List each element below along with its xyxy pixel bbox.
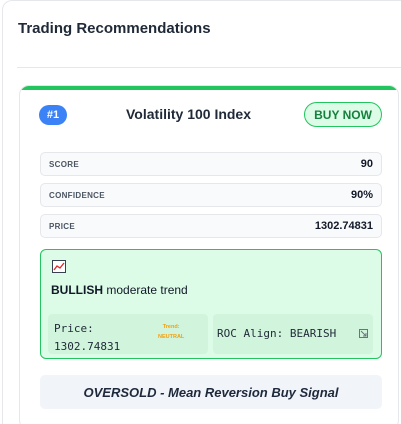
roc-subpanel: ROC Align: BEARISH: [213, 314, 373, 354]
chart-trend-icon: [52, 260, 66, 273]
mini-trend-value: NEUTRAL: [158, 334, 185, 340]
trend-box: BULLISH moderate trend Price: 1302.74831…: [40, 249, 382, 359]
metric-value: 90: [360, 158, 373, 170]
trend-strength: moderate trend: [106, 283, 188, 297]
divider: [17, 67, 401, 68]
rank-badge: #1: [39, 105, 67, 125]
metric-value: 90%: [350, 189, 373, 201]
recommendations-panel: Trading Recommendations #1 Volatility 10…: [2, 0, 401, 424]
symbol-name: Volatility 100 Index: [126, 106, 252, 122]
price-subpanel: Price: 1302.74831 Trend: NEUTRAL: [48, 314, 208, 354]
roc-signal-icon: [359, 329, 368, 338]
metric-label: SCORE: [49, 159, 79, 169]
mini-trend-label: Trend:: [162, 324, 180, 330]
signal-banner: OVERSOLD - Mean Reversion Buy Signal: [40, 375, 382, 409]
metric-confidence: CONFIDENCE 90%: [40, 183, 382, 207]
panel-title: Trading Recommendations: [18, 20, 211, 37]
mini-trend: Trend: NEUTRAL: [158, 322, 184, 342]
price-value: 1302.74831: [54, 340, 121, 353]
metric-label: CONFIDENCE: [49, 190, 105, 200]
price-readout: Price: 1302.74831: [54, 320, 120, 356]
price-label: Price:: [54, 322, 94, 335]
metric-label: PRICE: [49, 221, 75, 231]
metric-value: 1302.74831: [314, 220, 373, 232]
recommendation-card: #1 Volatility 100 Index BUY NOW SCORE 90…: [19, 85, 399, 424]
metric-score: SCORE 90: [40, 152, 382, 176]
trend-direction: BULLISH: [51, 283, 103, 297]
buy-now-button[interactable]: BUY NOW: [304, 102, 382, 127]
trend-summary: BULLISH moderate trend: [51, 283, 188, 297]
card-accent-bar: [20, 86, 398, 90]
roc-alignment: ROC Align: BEARISH: [217, 327, 337, 340]
metric-price: PRICE 1302.74831: [40, 214, 382, 238]
